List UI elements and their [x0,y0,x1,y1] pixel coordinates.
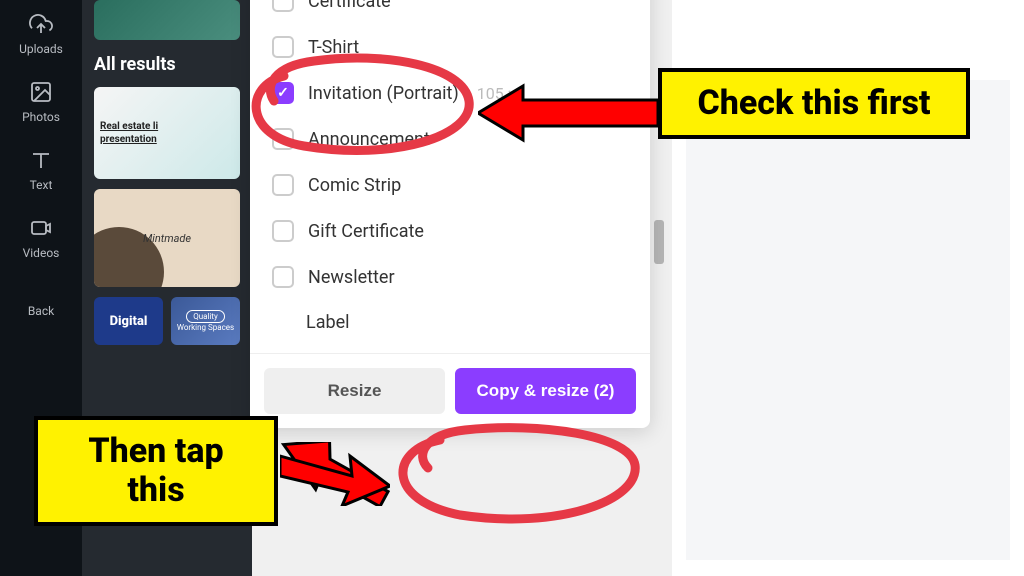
sidebar-item-back[interactable]: Back [0,292,82,330]
checkbox-icon[interactable] [272,220,294,242]
canvas[interactable] [686,80,1010,560]
photo-icon [29,80,53,104]
option-certificate[interactable]: Certificate [250,0,650,24]
template-thumbnail[interactable]: Real estate li presentation [94,87,240,179]
sidebar-item-uploads[interactable]: Uploads [0,0,82,68]
option-gift-certificate[interactable]: Gift Certificate [250,208,650,254]
option-comic-strip[interactable]: Comic Strip [250,162,650,208]
option-label: Announcement [308,129,430,150]
option-tshirt[interactable]: T-Shirt [250,24,650,70]
thumb-badge: Quality [186,310,225,323]
arrow-icon [280,442,390,506]
dropdown-footer: Resize Copy & resize (2) [250,353,650,428]
scrollbar-thumb[interactable] [654,220,664,264]
option-label: Certificate [308,0,391,12]
thumb-title: Digital [110,314,148,329]
option-label: T-Shirt [308,37,359,58]
checkbox-icon[interactable] [272,174,294,196]
sidebar-label: Back [28,304,54,318]
template-thumbnail[interactable]: Quality Working Spaces [171,297,240,345]
checkbox-icon[interactable] [272,128,294,150]
sidebar-item-photos[interactable]: Photos [0,68,82,136]
template-thumbnail[interactable] [94,0,240,40]
resize-options-list[interactable]: Certificate T-Shirt Invitation (Portrait… [250,0,650,353]
option-label: Invitation (Portrait) [308,83,459,104]
resize-button[interactable]: Resize [264,368,445,414]
upload-icon [29,12,53,36]
thumb-title: Working Spaces [177,323,234,332]
sidebar-label: Photos [22,110,60,124]
checkbox-icon[interactable] [272,36,294,58]
option-newsletter[interactable]: Newsletter [250,254,650,300]
circle-annotation-icon [380,420,650,530]
template-thumbnail[interactable]: Mintmade [94,189,240,287]
text-icon [29,148,53,172]
checkbox-icon[interactable] [272,266,294,288]
thumb-title: presentation [100,133,234,146]
checkbox-icon[interactable] [272,0,294,12]
annotation-check-first: Check this first [658,68,970,139]
option-label: Gift Certificate [308,221,424,242]
thumb-title: Real estate li [100,120,234,133]
sidebar-item-text[interactable]: Text [0,136,82,204]
thumb-title: Mintmade [143,232,191,245]
video-icon [29,216,53,240]
option-label[interactable]: Label [250,300,650,345]
option-label: Comic Strip [308,175,401,196]
arrow-icon [478,78,658,148]
option-label: Newsletter [308,267,395,288]
annotation-then-tap: Then tap this [34,416,278,526]
sidebar-item-videos[interactable]: Videos [0,204,82,272]
copy-resize-button[interactable]: Copy & resize (2) [455,368,636,414]
section-header: All results [94,54,240,75]
sidebar-label: Videos [23,246,60,260]
option-label: Label [306,312,350,333]
sidebar-label: Uploads [19,42,63,56]
resize-dropdown: Certificate T-Shirt Invitation (Portrait… [250,0,650,428]
sidebar-label: Text [30,178,53,192]
checkbox-checked-icon[interactable] [272,82,294,104]
template-thumbnail[interactable]: Digital [94,297,163,345]
